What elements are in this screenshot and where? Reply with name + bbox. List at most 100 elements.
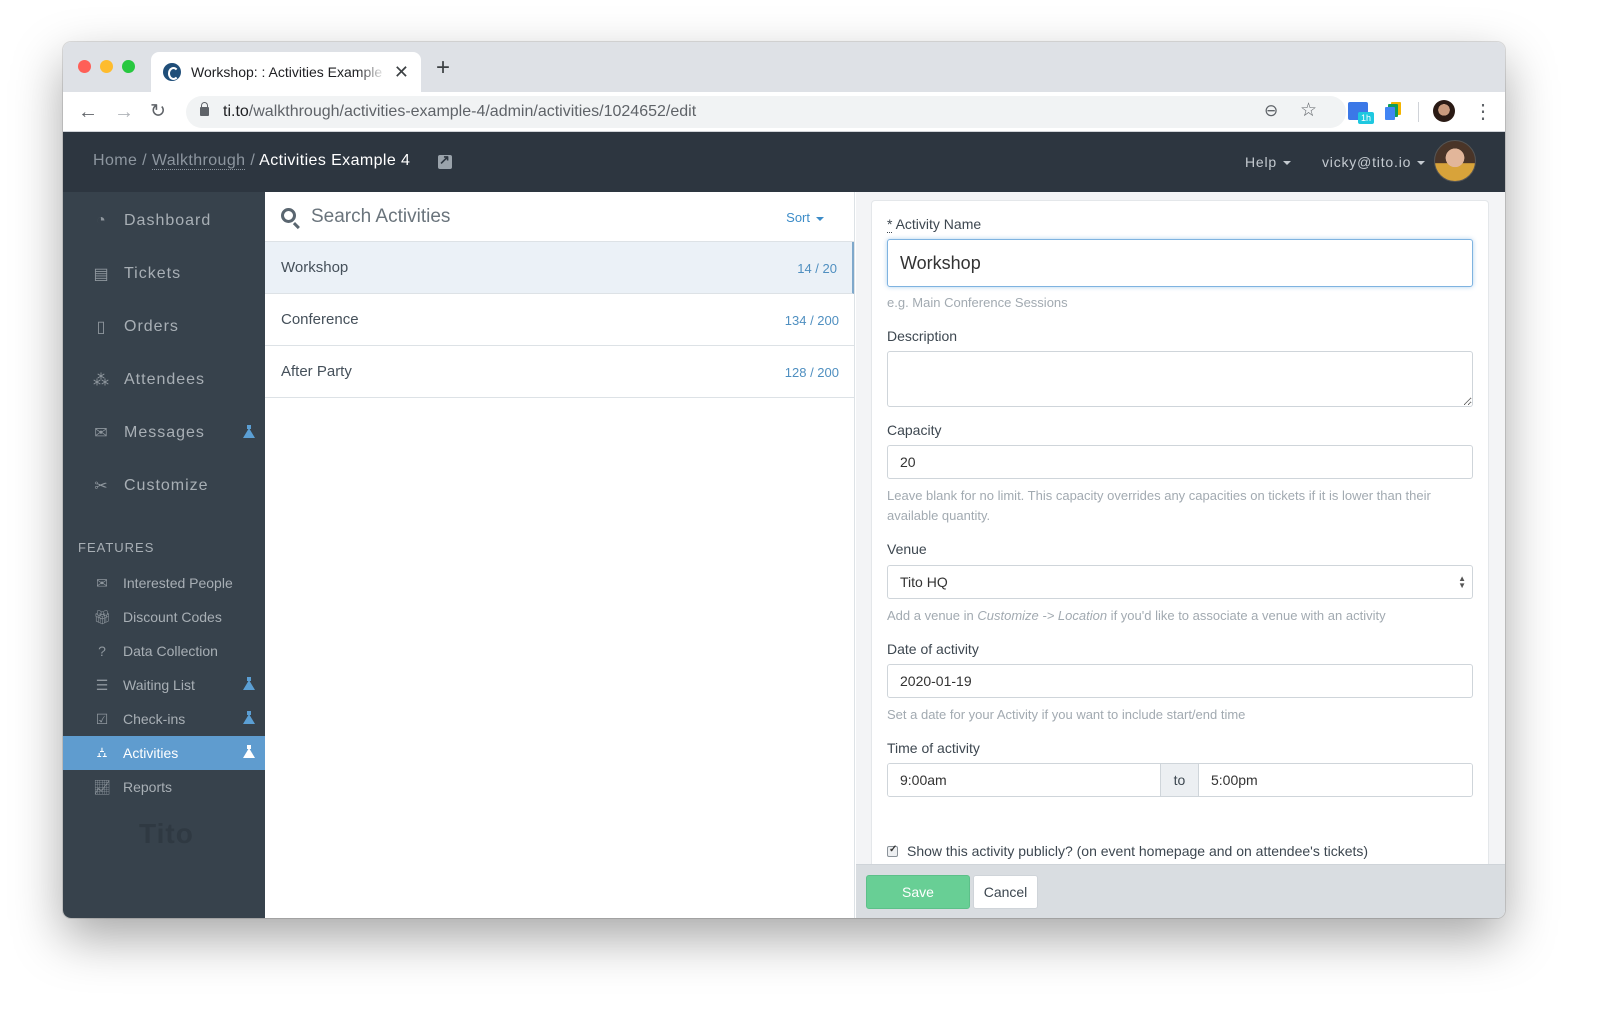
activity-name: After Party (281, 363, 352, 380)
cancel-button[interactable]: Cancel (973, 875, 1038, 909)
close-window-button[interactable] (78, 60, 91, 73)
tickets-icon: ▤ (93, 265, 109, 283)
url-path: /walkthrough/activities-example-4/admin/… (248, 103, 697, 120)
save-button[interactable]: Save (866, 875, 970, 909)
sidebar-item-messages[interactable]: ✉ Messages (63, 406, 265, 459)
breadcrumb-current: Activities Example 4 (259, 152, 411, 169)
sidebar-item-data-collection[interactable]: ? Data Collection (63, 634, 265, 668)
sidebar-item-tickets[interactable]: ▤ Tickets (63, 247, 265, 300)
external-link-icon[interactable] (438, 152, 452, 169)
sidebar-item-label: Interested People (123, 575, 233, 591)
browser-toolbar: ← → ↻ ti.to/walkthrough/activities-examp… (63, 92, 1505, 132)
description-textarea[interactable] (887, 351, 1473, 407)
activity-name-input[interactable] (887, 239, 1473, 287)
search-row: Sort (265, 192, 854, 242)
forward-arrow-icon[interactable]: → (114, 99, 134, 125)
sidebar-item-customize[interactable]: ✂ Customize (63, 459, 265, 512)
zoom-out-icon[interactable]: ⊖ (1264, 101, 1278, 121)
show-publicly-label: Show this activity publicly? (on event h… (907, 843, 1369, 859)
chart-line-icon: 📈︎ (93, 778, 111, 795)
sidebar-item-interested-people[interactable]: ✉ Interested People (63, 566, 265, 600)
breadcrumb-walkthrough[interactable]: Walkthrough (151, 152, 246, 170)
breadcrumb-separator: / (245, 152, 260, 169)
activity-count: 128 / 200 (784, 365, 839, 380)
time-range-group: to (887, 763, 1473, 797)
address-bar[interactable]: ti.to/walkthrough/activities-example-4/a… (186, 96, 1346, 128)
sidebar-item-label: Data Collection (123, 643, 218, 659)
beta-flask-icon (243, 677, 255, 690)
breadcrumb: Home / Walkthrough / Activities Example … (93, 152, 410, 170)
user-email: vicky@tito.io (1322, 154, 1412, 170)
sidebar-item-attendees[interactable]: ⁂ Attendees (63, 353, 265, 406)
tools-icon: ✂ (94, 477, 108, 495)
profile-avatar[interactable] (1433, 100, 1455, 122)
bookmark-star-icon[interactable]: ☆ (1300, 99, 1317, 122)
breadcrumb-home[interactable]: Home (93, 152, 137, 169)
required-marker: * (887, 216, 893, 233)
capacity-input[interactable] (887, 445, 1473, 479)
url-host: ti.to (223, 103, 249, 120)
minimize-window-button[interactable] (100, 60, 113, 73)
sidebar-item-label: Tickets (124, 264, 182, 282)
user-menu[interactable]: vicky@tito.io (1322, 154, 1426, 170)
back-arrow-icon[interactable]: ← (78, 99, 98, 125)
activity-name: Conference (281, 311, 359, 328)
select-arrows-icon: ▲ ▼ (1458, 574, 1466, 590)
sidebar-item-label: Messages (124, 423, 205, 441)
activity-form-area: * Activity Name e.g. Main Conference Ses… (856, 192, 1505, 918)
search-icon (281, 208, 296, 223)
check-square-icon: ☑ (95, 710, 109, 727)
url-text[interactable]: ti.to/walkthrough/activities-example-4/a… (223, 103, 696, 121)
sidebar-item-discount-codes[interactable]: 🎁︎ Discount Codes (63, 600, 265, 634)
show-publicly-checkbox[interactable] (887, 844, 898, 857)
browser-window: Workshop: : Activities Example 4 ✕ + ← →… (63, 42, 1505, 918)
venue-select[interactable]: Tito HQ ▲ ▼ (887, 565, 1473, 599)
sidebar-item-reports[interactable]: 📈︎ Reports (63, 770, 265, 804)
app-header: Home / Walkthrough / Activities Example … (63, 132, 1505, 192)
sidebar-item-label: Attendees (124, 370, 206, 388)
sort-dropdown[interactable]: Sort (786, 210, 824, 225)
activity-list-item[interactable]: Conference 134 / 200 (265, 294, 854, 346)
sidebar-item-activities[interactable]: ⛼ Activities (63, 736, 265, 770)
dashboard-icon: ◔ (96, 211, 106, 229)
gift-icon: 🎁︎ (93, 608, 111, 625)
user-avatar[interactable] (1434, 140, 1476, 182)
docs-extension-icon[interactable] (1385, 102, 1401, 120)
end-time-input[interactable] (1199, 764, 1472, 796)
activity-name-help: e.g. Main Conference Sessions (887, 295, 1068, 310)
beta-flask-icon (243, 711, 255, 724)
start-time-input[interactable] (888, 764, 1160, 796)
time-separator: to (1160, 764, 1199, 796)
sidebar-item-label: Waiting List (123, 677, 195, 693)
sidebar-item-waiting-list[interactable]: ☰ Waiting List (63, 668, 265, 702)
sort-label: Sort (786, 210, 810, 225)
reload-icon[interactable]: ↻ (150, 99, 166, 125)
sidebar-item-dashboard[interactable]: ◔ Dashboard (63, 194, 265, 247)
activity-list-item[interactable]: Workshop 14 / 20 (265, 242, 854, 294)
show-publicly-checkbox-row[interactable]: Show this activity publicly? (on event h… (887, 843, 1368, 859)
tito-favicon-icon (163, 63, 181, 81)
sidebar-item-label: Reports (123, 779, 173, 795)
search-activities-input[interactable] (311, 202, 731, 232)
maximize-window-button[interactable] (122, 60, 135, 73)
sidebar-item-label: Dashboard (124, 211, 212, 229)
date-input[interactable] (887, 664, 1473, 698)
help-menu[interactable]: Help (1245, 154, 1291, 170)
caret-down-icon (1417, 161, 1426, 166)
caret-down-icon (1283, 161, 1291, 166)
new-tab-button[interactable]: + (436, 56, 450, 80)
breadcrumb-separator: / (137, 152, 152, 169)
sidebar-item-check-ins[interactable]: ☑ Check-ins (63, 702, 265, 736)
tab-close-icon[interactable]: ✕ (394, 63, 409, 81)
date-label: Date of activity (887, 641, 979, 657)
sidebar-item-label: Activities (123, 745, 179, 761)
sidebar-item-orders[interactable]: ▯ Orders (63, 300, 265, 353)
lock-icon (200, 102, 209, 116)
help-text: if you'd like to associate a venue with … (1107, 608, 1386, 623)
help-label: Help (1245, 154, 1277, 170)
browser-tab[interactable]: Workshop: : Activities Example 4 ✕ (151, 52, 421, 92)
extension-badge: 1h (1358, 112, 1374, 124)
more-menu-icon[interactable]: ⋮ (1473, 99, 1493, 125)
activity-list-item[interactable]: After Party 128 / 200 (265, 346, 854, 398)
beta-flask-icon (243, 745, 255, 758)
